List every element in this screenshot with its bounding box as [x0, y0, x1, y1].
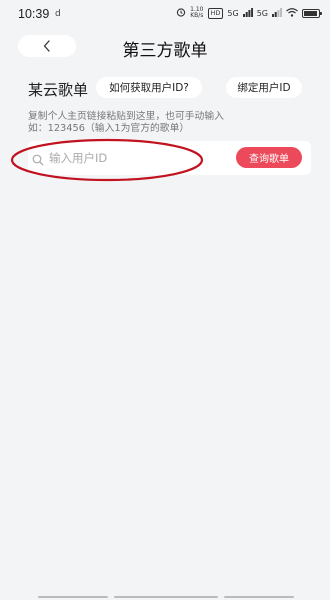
signal-bars-icon-2	[272, 7, 282, 19]
status-sub-indicator: d	[55, 9, 61, 19]
user-id-input[interactable]	[49, 147, 209, 169]
page-title: 第三方歌单	[122, 41, 208, 61]
battery-icon	[302, 8, 322, 18]
how-to-get-user-id-button[interactable]: 如何获取用户ID?	[96, 77, 202, 98]
hint-line-1: 复制个人主页链接粘贴到这里，也可手动输入	[28, 111, 224, 122]
status-bar: 10:39 d 1.10 KB/s HD 5G 5G	[0, 0, 330, 30]
network-speed: 1.10 KB/s	[190, 7, 203, 19]
search-icon	[32, 151, 44, 170]
battery-level	[304, 10, 317, 16]
hint-line-2: 如：123456（输入1为官方的歌单）	[28, 123, 190, 134]
wifi-icon	[286, 7, 298, 19]
network-speed-unit: KB/s	[190, 12, 204, 19]
status-icons: 1.10 KB/s HD 5G 5G	[176, 7, 322, 19]
signal-label-2: 5G	[256, 8, 268, 18]
hint-text: 复制个人主页链接粘贴到这里，也可手动输入 如：123456（输入1为官方的歌单）	[28, 111, 308, 135]
gesture-bar-right	[224, 596, 294, 598]
hd-badge: HD	[207, 7, 224, 19]
gesture-bar-left	[38, 596, 108, 598]
signal-bars-icon	[242, 7, 253, 19]
alarm-icon	[176, 7, 186, 19]
section-title: 某云歌单	[28, 81, 89, 99]
status-time: 10:39	[18, 7, 50, 21]
bind-user-id-button[interactable]: 绑定用户ID	[226, 77, 302, 98]
query-playlist-button[interactable]: 查询歌单	[236, 147, 302, 168]
signal-label-1: 5G	[227, 8, 239, 18]
gesture-bar-center[interactable]	[114, 596, 218, 598]
